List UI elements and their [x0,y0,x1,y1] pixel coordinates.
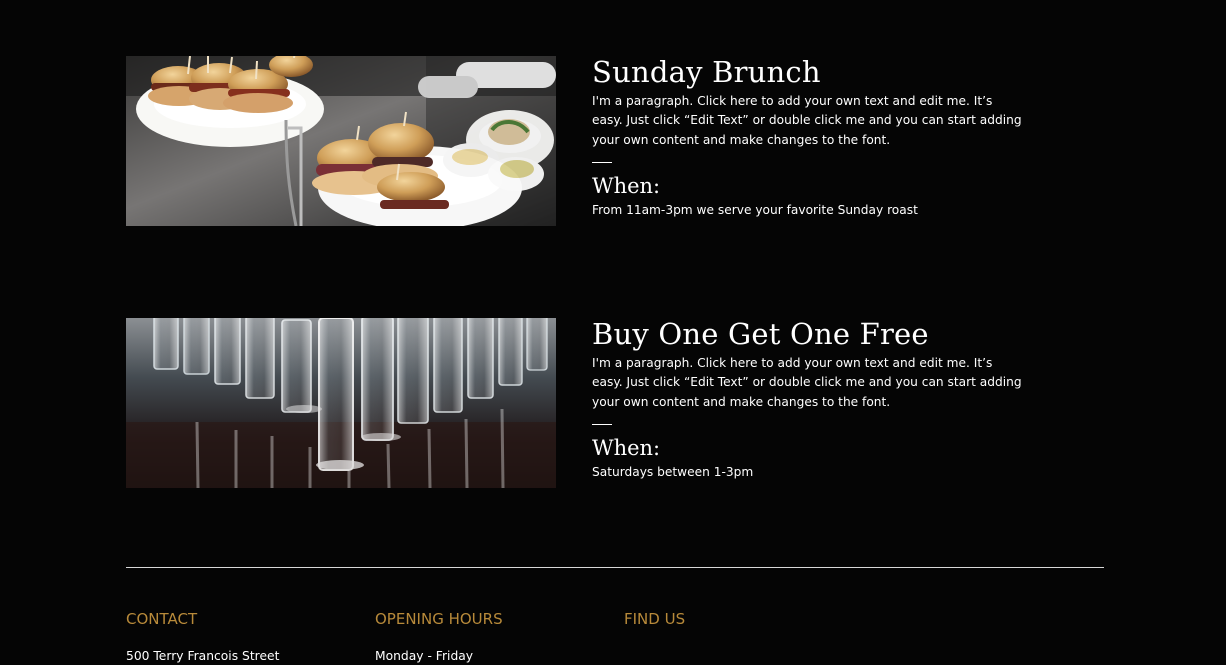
when-text: From 11am-3pm we serve your favorite Sun… [592,203,918,218]
footer-divider [126,567,1104,568]
promotion-copy: Buy One Get One Free I'm a paragraph. Cl… [592,318,1022,481]
promotion-title: Buy One Get One Free [592,317,929,351]
footer-hours-text: Monday - Friday [375,649,474,663]
footer-opening-hours-heading: OPENING HOURS [375,610,503,628]
footer-opening-hours-section: OPENING HOURS Monday - Friday [375,608,595,665]
sunday-brunch-photo [126,56,556,226]
footer-find-us-heading: FIND US [624,610,686,628]
when-heading: When: [592,174,661,199]
footer-contact-section: CONTACT 500 Terry Francois Street [126,608,346,665]
short-divider [592,162,612,164]
promotion-buy-one-get-one-free: Buy One Get One Free I'm a paragraph. Cl… [126,318,1026,518]
footer-contact-heading: CONTACT [126,610,198,628]
short-divider [592,424,612,426]
footer-address: 500 Terry Francois Street [126,649,280,663]
promotion-title: Sunday Brunch [592,55,821,89]
glasses-photo [126,318,556,488]
promotion-copy: Sunday Brunch I'm a paragraph. Click her… [592,56,1022,219]
footer-find-us-section: FIND US [624,608,844,630]
when-heading: When: [592,436,661,461]
promotion-sunday-brunch: Sunday Brunch I'm a paragraph. Click her… [126,56,1026,256]
when-text: Saturdays between 1-3pm [592,465,754,480]
promotion-description: I'm a paragraph. Click here to add your … [592,94,1022,147]
promotion-description: I'm a paragraph. Click here to add your … [592,356,1022,409]
